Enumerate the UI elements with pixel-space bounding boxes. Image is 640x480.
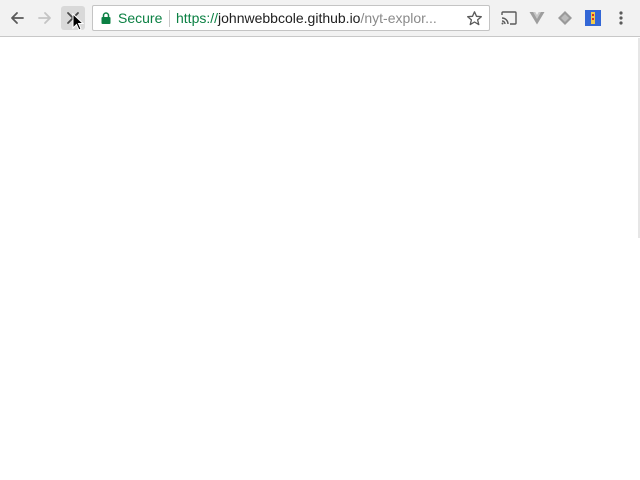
vue-devtools-icon	[529, 12, 545, 25]
browser-menu-button[interactable]	[612, 9, 630, 27]
omnibox-divider	[169, 10, 170, 27]
cast-button[interactable]	[500, 9, 518, 27]
flag-extension-icon	[585, 10, 601, 26]
mouse-pointer-icon	[72, 13, 84, 31]
vue-devtools-extension-button[interactable]	[528, 9, 546, 27]
forward-button[interactable]	[33, 6, 57, 30]
url-scheme: https://	[176, 10, 219, 26]
diamond-extension-icon	[558, 11, 572, 25]
cast-icon	[501, 11, 517, 25]
star-icon[interactable]	[466, 10, 483, 27]
page-content-area[interactable]	[0, 38, 640, 480]
url-text[interactable]: https://johnwebbcole.github.io/nyt-explo…	[176, 10, 458, 27]
security-indicator-label[interactable]: Secure	[118, 10, 162, 27]
url-path: /nyt-explor...	[360, 10, 437, 26]
back-arrow-icon	[11, 12, 24, 24]
address-bar[interactable]: Secure https://johnwebbcole.github.io/ny…	[92, 5, 490, 31]
kebab-menu-icon	[619, 11, 623, 25]
back-button[interactable]	[5, 6, 29, 30]
lock-icon	[101, 12, 111, 24]
forward-arrow-icon	[38, 12, 51, 24]
browser-toolbar: Secure https://johnwebbcole.github.io/ny…	[0, 0, 640, 37]
flag-extension-button[interactable]	[584, 9, 602, 27]
diamond-extension-button[interactable]	[556, 9, 574, 27]
url-host: johnwebbcole.github.io	[218, 10, 361, 26]
